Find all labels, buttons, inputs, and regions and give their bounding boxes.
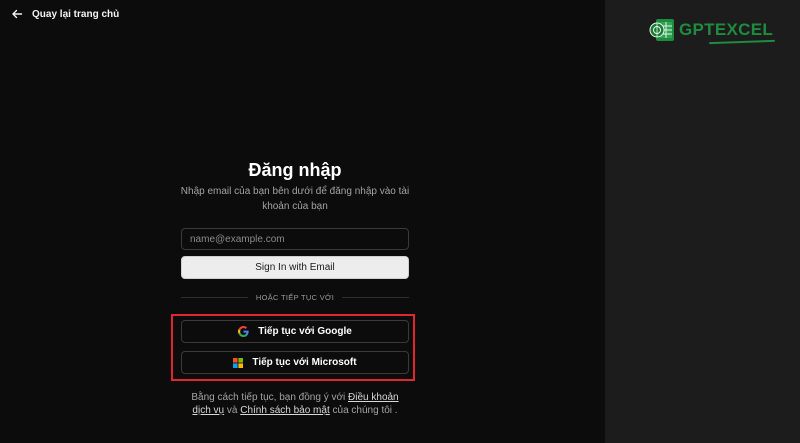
terms-middle: và: [224, 405, 241, 416]
divider-label: HOẶC TIẾP TỤC VỚI: [255, 293, 335, 302]
side-panel: [605, 0, 800, 443]
excel-sheet-icon: [649, 19, 674, 41]
divider: HOẶC TIẾP TỤC VỚI: [181, 293, 409, 302]
page-subtitle: Nhập email của bạn bên dưới để đăng nhập…: [180, 186, 410, 212]
divider-line-left: [181, 297, 248, 298]
terms-suffix: của chúng tôi .: [329, 405, 398, 416]
brand-name: GPTEXCEL: [679, 20, 774, 39]
highlight-box: [171, 314, 415, 381]
page-title: Đăng nhập: [248, 160, 342, 180]
sign-in-with-email-button[interactable]: Sign In with Email: [181, 256, 409, 279]
divider-line-right: [342, 297, 409, 298]
arrow-left-icon: [12, 9, 23, 19]
terms-prefix: Bằng cách tiếp tục, bạn đồng ý với: [191, 392, 349, 403]
terms-notice: Bằng cách tiếp tục, bạn đồng ý với Điều …: [191, 391, 399, 417]
email-input[interactable]: [190, 233, 408, 245]
back-to-home-link[interactable]: Quay lại trang chủ: [11, 8, 119, 20]
email-field[interactable]: [181, 228, 409, 250]
back-label: Quay lại trang chủ: [32, 8, 120, 20]
privacy-policy-link[interactable]: Chính sách bảo mật: [240, 405, 330, 416]
brand-logo: GPTEXCEL: [648, 17, 773, 43]
